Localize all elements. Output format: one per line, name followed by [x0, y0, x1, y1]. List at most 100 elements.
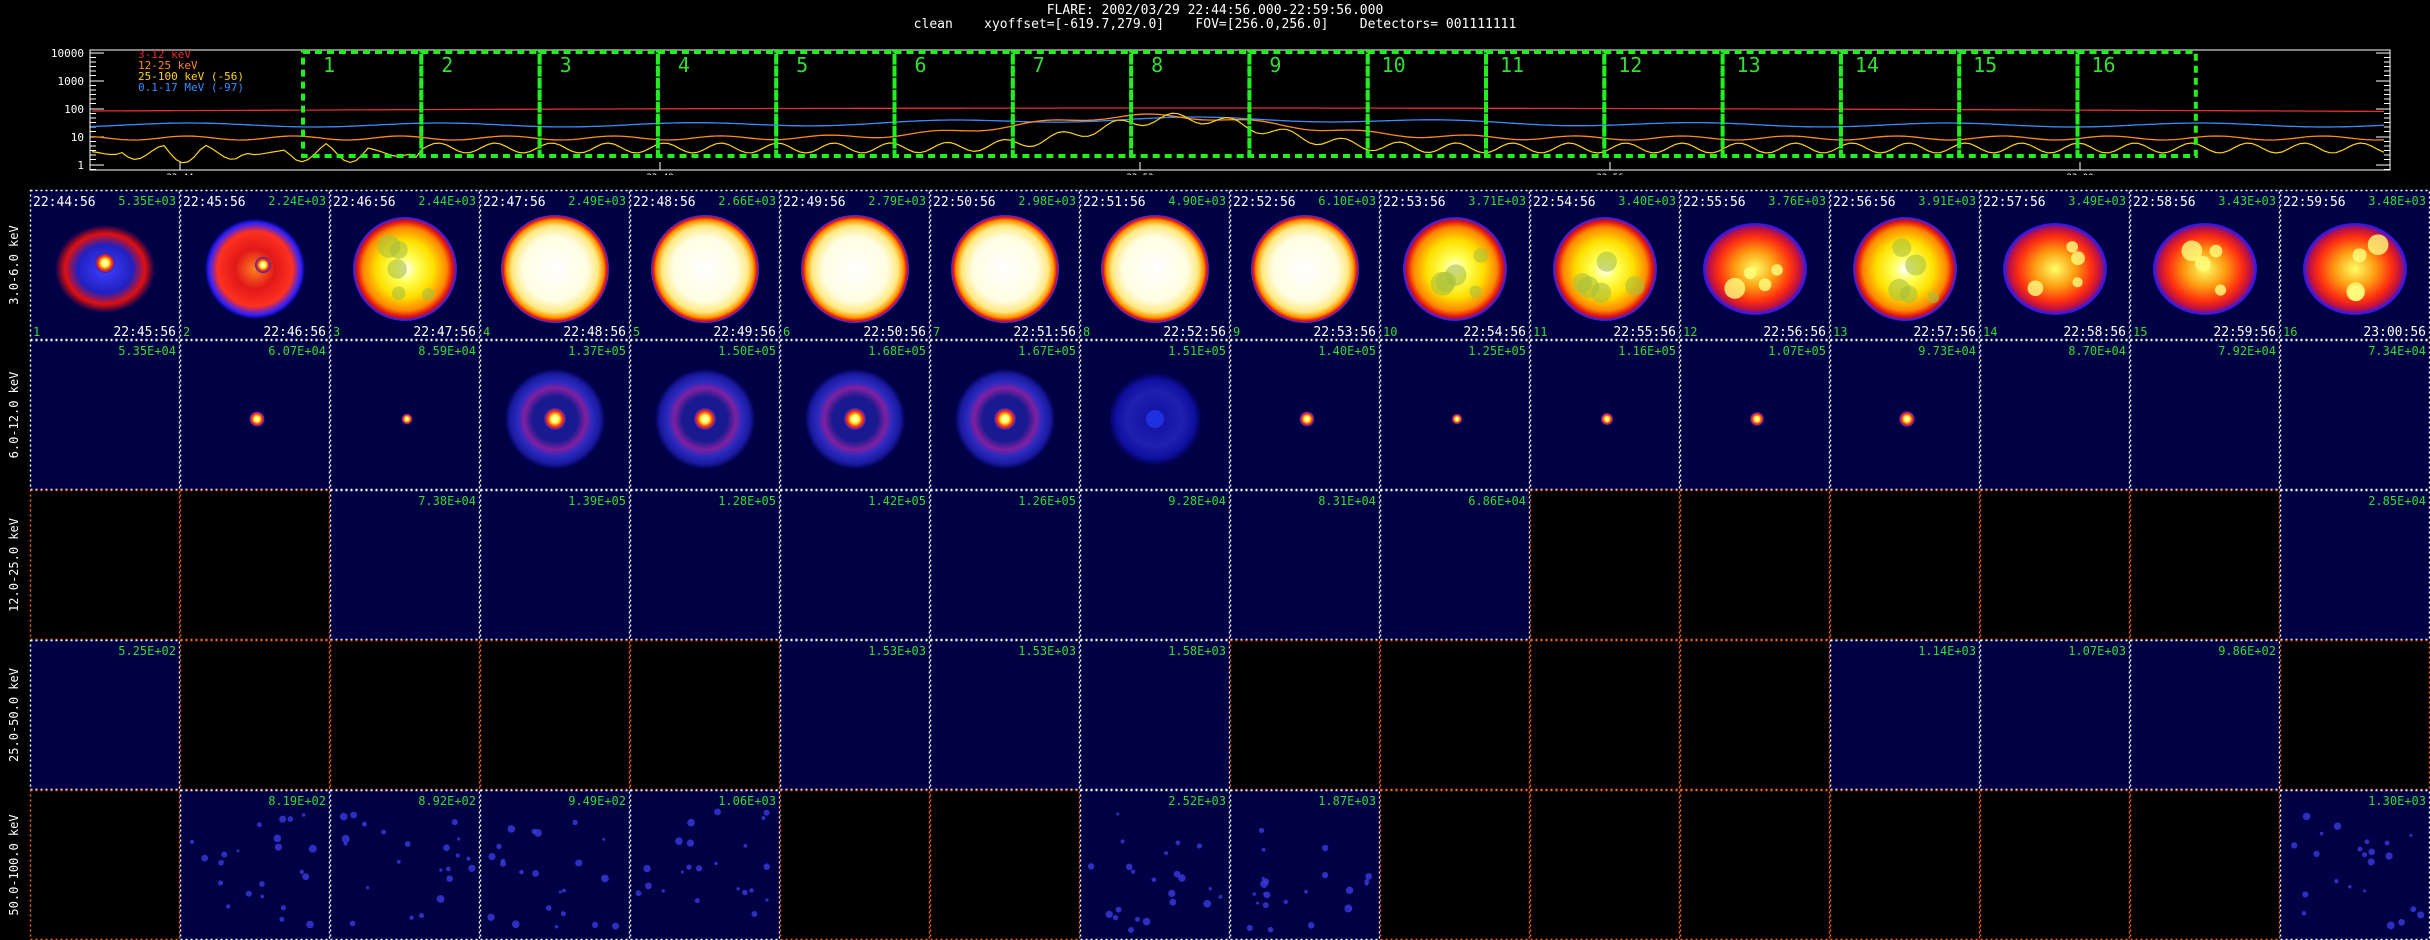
- source-core: [401, 413, 413, 425]
- panel-background: [180, 790, 330, 940]
- image-panel: 3.71E+03 22:53:56 22:54:56 10: [1379, 189, 1531, 341]
- noise-speck: [225, 904, 231, 909]
- noise-speck: [635, 890, 642, 897]
- image-panel: 1.58E+03: [1079, 639, 1231, 791]
- panel-max-value: 1.39E+05: [568, 494, 626, 508]
- image-panel: 1.06E+03: [629, 789, 781, 940]
- panel-max-value: 1.40E+05: [1318, 344, 1376, 358]
- panel-background: [780, 640, 930, 790]
- source-disk: [2303, 223, 2407, 315]
- noise-speck: [2368, 848, 2376, 856]
- panel-background: [30, 340, 180, 490]
- noise-speck: [1208, 887, 1212, 891]
- image-panel: 2.66E+03 22:48:56 22:49:56 5: [629, 189, 781, 341]
- source-core: [1146, 410, 1164, 428]
- image-panel: 4.90E+03 22:51:56 22:52:56 8: [1079, 189, 1231, 341]
- noise-speck: [695, 865, 703, 872]
- noise-speck: [236, 849, 240, 853]
- source-core: [1299, 411, 1315, 427]
- noise-speck: [2362, 889, 2366, 893]
- panel-max-value: 5.35E+04: [118, 344, 176, 358]
- source-core: [1899, 411, 1915, 427]
- noise-speck: [1267, 926, 1274, 933]
- noise-speck: [2313, 850, 2320, 857]
- panel-start-time: 22:59:56: [2283, 195, 2346, 210]
- panel-number: 10: [1383, 325, 1397, 339]
- noise-speck: [675, 837, 683, 846]
- panel-start-time: 22:44:56: [33, 195, 96, 210]
- image-panel: 1.14E+03: [1829, 639, 1981, 791]
- noise-speck: [2385, 852, 2393, 860]
- source-patch: [1625, 276, 1645, 296]
- source-patch: [1469, 285, 1482, 299]
- noise-speck: [519, 869, 524, 875]
- noise-speck: [381, 829, 386, 835]
- image-panel: [1679, 789, 1831, 940]
- panel-max-value: 2.79E+03: [868, 194, 926, 208]
- noise-speck: [1252, 892, 1257, 896]
- noise-speck: [1345, 886, 1354, 894]
- image-panel: [1829, 489, 1981, 641]
- noise-speck: [1365, 873, 1373, 880]
- image-panel: [2129, 489, 2281, 641]
- panel-max-value: 1.25E+05: [1468, 344, 1526, 358]
- panel-background: [1530, 790, 1680, 940]
- noise-speck: [1261, 847, 1266, 852]
- noise-speck: [496, 843, 502, 850]
- noise-speck: [749, 888, 754, 893]
- noise-speck: [2386, 921, 2395, 930]
- image-panel: 1.26E+05: [929, 489, 1081, 641]
- noise-speck: [507, 825, 516, 833]
- row-label: 25.0-50.0 keV: [7, 668, 21, 762]
- panel-max-value: 2.44E+03: [418, 194, 476, 208]
- noise-speck: [279, 815, 287, 823]
- noise-speck: [245, 890, 252, 897]
- image-panel: 2.85E+04: [2279, 489, 2430, 641]
- panel-start-time: 22:50:56: [933, 195, 996, 210]
- noise-speck: [273, 834, 282, 843]
- noise-speck: [468, 864, 476, 872]
- image-panel: 2.44E+03 22:46:56 22:47:56 3: [329, 189, 481, 341]
- source-core: [95, 253, 115, 273]
- noise-speck: [686, 864, 692, 870]
- noise-speck: [2367, 858, 2375, 866]
- image-panel: [1829, 789, 1981, 940]
- panel-background: [2280, 640, 2430, 790]
- panel-number: 4: [483, 325, 490, 339]
- panel-background: [930, 490, 1080, 640]
- image-panel: 1.42E+05: [779, 489, 931, 641]
- source-patch: [391, 286, 406, 301]
- image-panel: 2.49E+03 22:47:56 22:48:56 4: [479, 189, 631, 341]
- noise-speck: [1128, 927, 1134, 933]
- noise-speck: [1261, 876, 1265, 881]
- image-panel: [1979, 789, 2131, 940]
- noise-speck: [1196, 843, 1203, 849]
- panel-max-value: 1.53E+03: [1018, 644, 1076, 658]
- panel-max-value: 7.38E+04: [418, 494, 476, 508]
- panel-background: [630, 790, 780, 940]
- panel-end-time: 22:52:56: [1163, 325, 1226, 340]
- panel-background: [1980, 640, 2130, 790]
- source-core: [694, 408, 716, 430]
- source-patch: [2072, 277, 2083, 288]
- image-panel: 8.59E+04: [329, 339, 481, 491]
- source-patch: [1596, 251, 1617, 272]
- panel-background: [1830, 490, 1980, 640]
- panel-max-value: 1.30E+03: [2368, 794, 2426, 808]
- panel-number: 12: [1683, 325, 1697, 339]
- noise-speck: [511, 920, 520, 929]
- panel-end-time: 22:50:56: [863, 325, 926, 340]
- noise-speck: [1168, 889, 1176, 898]
- image-panel: [1379, 639, 1531, 791]
- panel-background: [1380, 490, 1530, 640]
- noise-speck: [2361, 852, 2368, 858]
- image-panel: 1.53E+03: [779, 639, 931, 791]
- source-patch: [2066, 241, 2078, 253]
- image-panel: 9.73E+04: [1829, 339, 1981, 491]
- source-disk: [2003, 223, 2107, 315]
- source-patch: [1758, 278, 1772, 292]
- noise-speck: [256, 822, 262, 828]
- noise-speck: [299, 869, 304, 875]
- panel-start-time: 22:46:56: [333, 195, 396, 210]
- panel-background: [1080, 790, 1230, 940]
